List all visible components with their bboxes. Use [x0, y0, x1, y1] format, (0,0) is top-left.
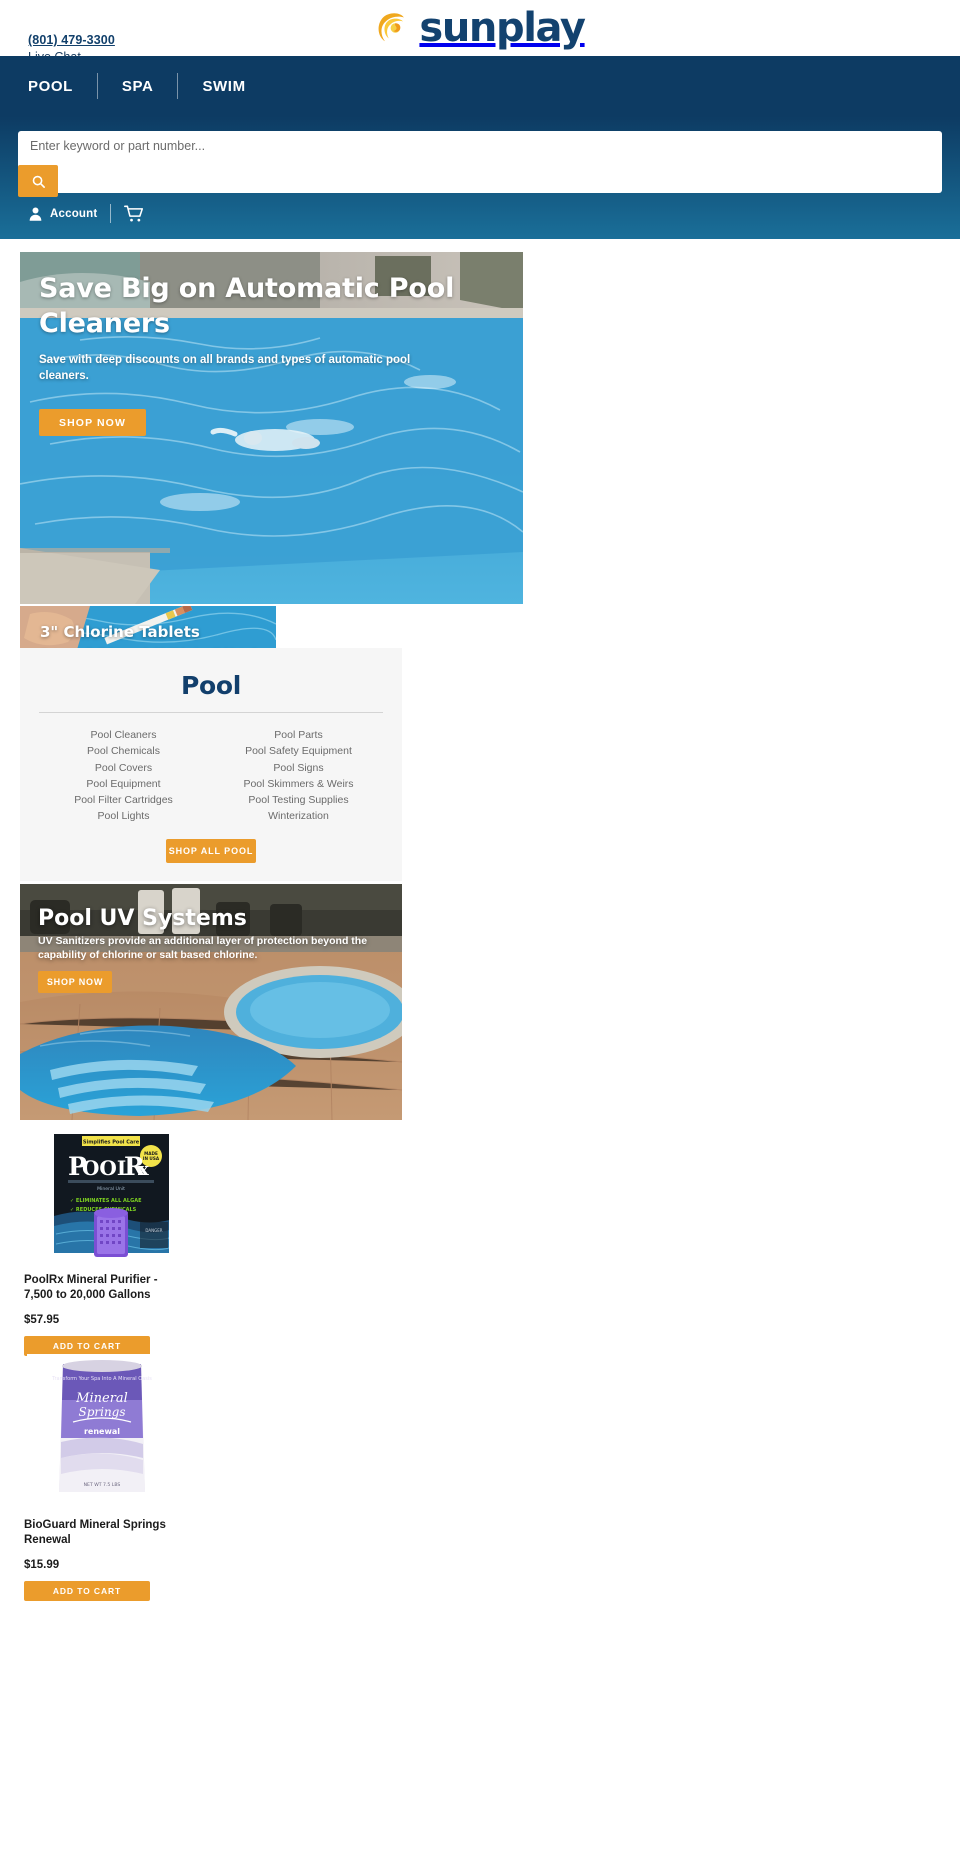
site-logo[interactable]: sunplay	[375, 5, 586, 51]
person-icon	[29, 207, 42, 221]
product-title[interactable]: BioGuard Mineral Springs Renewal	[24, 1518, 184, 1547]
search-input[interactable]	[30, 139, 730, 153]
search-icon	[32, 175, 45, 188]
chlorine-banner-title: 3" Chlorine Tablets	[40, 623, 200, 641]
product-card: Transform Your Spa Into A Mineral Oasis …	[24, 1354, 204, 1601]
add-to-cart-button[interactable]: ADD TO CART	[24, 1581, 150, 1601]
account-link[interactable]: Account	[28, 206, 97, 222]
uv-banner-title: Pool UV Systems	[38, 906, 247, 931]
add-to-cart-button[interactable]: ADD TO CART	[24, 1336, 150, 1356]
category-link-pool-chemicals[interactable]: Pool Chemicals	[36, 743, 211, 759]
category-link-winterization[interactable]: Winterization	[211, 808, 386, 824]
svg-text:NET WT 7.5 LBS: NET WT 7.5 LBS	[84, 1482, 121, 1488]
category-link-pool-lights[interactable]: Pool Lights	[36, 808, 211, 824]
sun-swirl-icon	[378, 13, 404, 42]
pool-uv-systems-banner[interactable]: Pool UV Systems UV Sanitizers provide an…	[20, 884, 402, 1120]
cart-link[interactable]	[124, 205, 145, 223]
chlorine-tablets-banner[interactable]: 3" Chlorine Tablets Get your Full Streng…	[20, 606, 276, 653]
svg-text:DANGER: DANGER	[145, 1228, 162, 1233]
search-submit-button[interactable]	[18, 165, 58, 197]
hero-banner[interactable]: Save Big on Automatic Pool Cleaners Save…	[20, 252, 523, 604]
category-column-left: Pool Cleaners Pool Chemicals Pool Covers…	[36, 727, 211, 825]
category-link-pool-covers[interactable]: Pool Covers	[36, 760, 211, 776]
svg-text:✓ ELIMINATES ALL ALGAE: ✓ ELIMINATES ALL ALGAE	[70, 1198, 142, 1204]
nav-item-spa[interactable]: SPA	[98, 78, 178, 95]
svg-text:Transform Your Spa Into A Mine: Transform Your Spa Into A Mineral Oasis	[51, 1376, 152, 1382]
category-link-pool-testing-supplies[interactable]: Pool Testing Supplies	[211, 792, 386, 808]
bioguard-product-image: Transform Your Spa Into A Mineral Oasis …	[27, 1354, 177, 1502]
account-label: Account	[50, 207, 98, 220]
product-image-link[interactable]: Simplifies Pool Care MADE IN USA P OOL R…	[48, 1130, 175, 1257]
product-image-link[interactable]: Transform Your Spa Into A Mineral Oasis …	[27, 1354, 177, 1502]
category-link-pool-filter-cartridges[interactable]: Pool Filter Cartridges	[36, 792, 211, 808]
svg-text:Simplifies Pool Care: Simplifies Pool Care	[83, 1140, 140, 1146]
category-column-right: Pool Parts Pool Safety Equipment Pool Si…	[211, 727, 386, 825]
svg-text:Mineral: Mineral	[75, 1391, 128, 1406]
category-divider	[39, 712, 383, 713]
category-cta-wrap: SHOP ALL POOL	[20, 838, 402, 863]
poolrx-product-image: Simplifies Pool Care MADE IN USA P OOL R…	[48, 1130, 175, 1257]
search-box	[18, 131, 942, 197]
pool-category-card: Pool Pool Cleaners Pool Chemicals Pool C…	[20, 648, 402, 881]
main-navigation: POOL SPA SWIM	[0, 56, 960, 116]
category-link-pool-cleaners[interactable]: Pool Cleaners	[36, 727, 211, 743]
category-title: Pool	[180, 671, 242, 700]
category-link-pool-skimmers-weirs[interactable]: Pool Skimmers & Weirs	[211, 776, 386, 792]
phone-number-link[interactable]: (801) 479-3300	[28, 33, 115, 47]
hero-subtitle: Save with deep discounts on all brands a…	[39, 354, 411, 383]
category-links-columns: Pool Cleaners Pool Chemicals Pool Covers…	[20, 727, 402, 825]
search-row	[18, 131, 942, 197]
category-link-pool-equipment[interactable]: Pool Equipment	[36, 776, 211, 792]
category-link-pool-signs[interactable]: Pool Signs	[211, 760, 386, 776]
account-cart-divider	[110, 204, 112, 223]
svg-text:Springs: Springs	[78, 1405, 125, 1419]
svg-text:Mineral Unit: Mineral Unit	[97, 1186, 125, 1192]
hero-text-overlay: Save Big on Automatic Pool Cleaners Save…	[39, 272, 459, 437]
shop-all-pool-button[interactable]: SHOP ALL POOL	[166, 838, 256, 863]
category-link-pool-safety-equipment[interactable]: Pool Safety Equipment	[211, 743, 386, 759]
category-link-pool-parts[interactable]: Pool Parts	[211, 727, 386, 743]
nav-item-swim[interactable]: SWIM	[178, 78, 269, 95]
product-title[interactable]: PoolRx Mineral Purifier - 7,500 to 20,00…	[24, 1273, 184, 1302]
shopping-cart-icon	[124, 205, 144, 222]
account-cart-row: Account	[28, 204, 145, 223]
product-price: $57.95	[24, 1314, 60, 1326]
hero-title: Save Big on Automatic Pool Cleaners	[39, 273, 455, 339]
logo-wordmark: sunplay	[419, 5, 586, 51]
top-utility-bar: (801) 479-3300 Live Chat sunplay	[0, 0, 960, 64]
product-price: $15.99	[24, 1559, 60, 1571]
svg-text:renewal: renewal	[84, 1427, 120, 1436]
uv-banner-subtitle: UV Sanitizers provide an additional laye…	[38, 935, 368, 961]
uv-shop-now-button[interactable]: SHOP NOW	[38, 971, 112, 993]
hero-shop-now-button[interactable]: SHOP NOW	[39, 409, 146, 437]
product-card: Simplifies Pool Care MADE IN USA P OOL R…	[24, 1130, 204, 1356]
nav-item-pool[interactable]: POOL	[28, 78, 97, 95]
svg-text:x: x	[138, 1159, 149, 1180]
header-blue-block: POOL SPA SWIM Account	[0, 56, 960, 239]
